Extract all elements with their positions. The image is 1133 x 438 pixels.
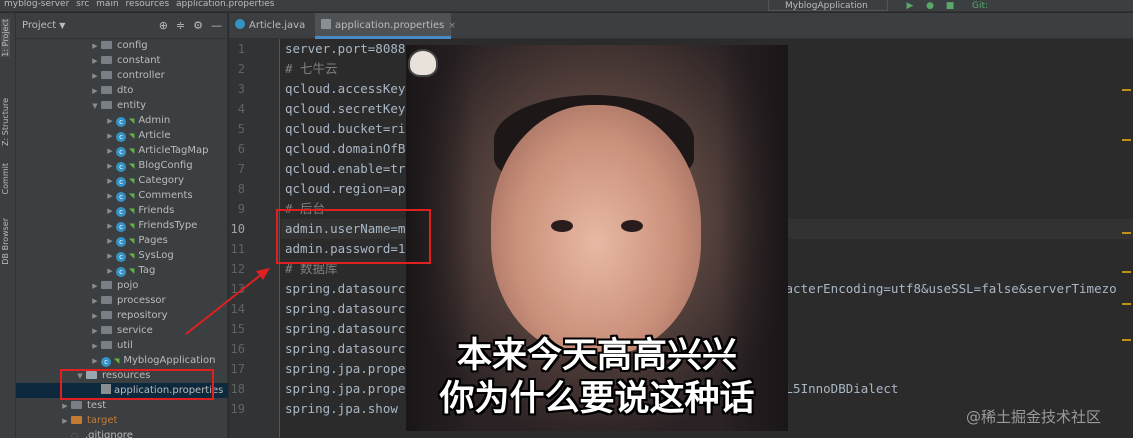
annotation-arrow <box>185 268 270 335</box>
watermark: @稀土掘金技术社区 <box>966 408 1102 426</box>
